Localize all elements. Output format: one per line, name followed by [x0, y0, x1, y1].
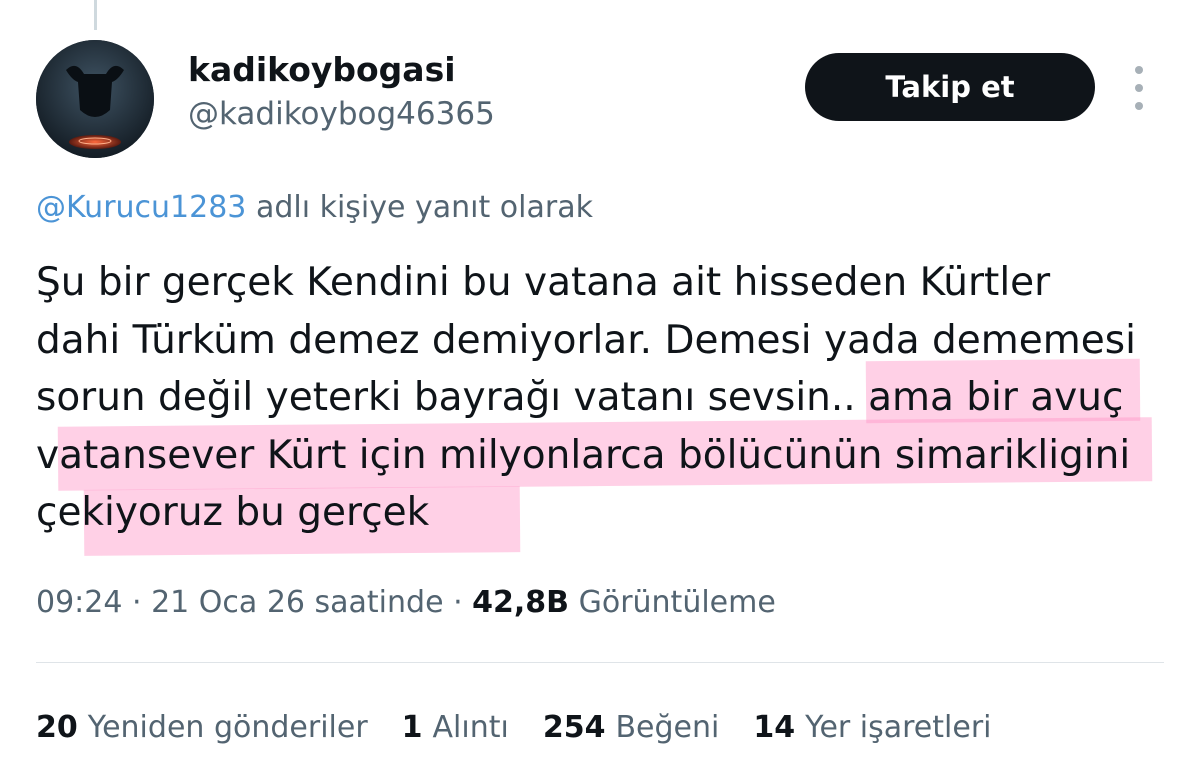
tweet-meta: 09:24 · 21 Oca 26 saatinde · 42,8B Görün… — [36, 585, 776, 620]
more-options-icon[interactable] — [1124, 66, 1154, 110]
bull-avatar-icon — [36, 40, 154, 158]
thread-connector-line — [94, 0, 97, 30]
reply-context-text: adlı kişiye yanıt olarak — [246, 190, 593, 225]
reply-context: @Kurucu1283 adlı kişiye yanıt olarak — [36, 190, 593, 225]
quotes-count: 1 — [401, 710, 423, 745]
retweets-stat[interactable]: 20 Yeniden gönderiler — [36, 710, 368, 745]
likes-label: Beğeni — [615, 710, 720, 745]
tweet-line: Şu bir gerçek Kendini bu vatana ait hiss… — [36, 260, 1051, 305]
bookmarks-count: 14 — [753, 710, 796, 745]
author-handle[interactable]: @kadikoybog46365 — [188, 96, 495, 132]
tweet-date[interactable]: 21 Oca 26 saatinde — [151, 585, 443, 620]
retweets-label: Yeniden gönderiler — [87, 710, 368, 745]
quotes-label: Alıntı — [432, 710, 509, 745]
views-count: 42,8B — [472, 585, 570, 620]
likes-count: 254 — [542, 710, 606, 745]
likes-stat[interactable]: 254 Beğeni — [543, 710, 720, 745]
reply-mention-link[interactable]: @Kurucu1283 — [36, 190, 246, 225]
dot — [1135, 84, 1143, 92]
tweet-line: çekiyoruz bu gerçek — [36, 490, 430, 535]
tweet-line: sorun değil yeterki bayrağı vatanı sevsi… — [36, 375, 1124, 420]
tweet-line: dahi Türküm demez demiyorlar. Demesi yad… — [36, 317, 1136, 363]
dot — [1135, 66, 1143, 74]
bookmarks-stat[interactable]: 14 Yer işaretleri — [753, 710, 991, 745]
views-label: Görüntüleme — [578, 585, 776, 620]
follow-button[interactable]: Takip et — [805, 53, 1095, 121]
tweet-text: Şu bir gerçek Kendini bu vatana ait hiss… — [36, 254, 1176, 542]
meta-separator: · — [443, 585, 473, 620]
avatar[interactable] — [36, 40, 154, 158]
divider — [36, 662, 1164, 663]
quotes-stat[interactable]: 1 Alıntı — [402, 710, 509, 745]
author-display-name[interactable]: kadikoybogasi — [188, 50, 456, 89]
dot — [1135, 102, 1143, 110]
tweet-line: vatansever Kürt için milyonlarca bölücün… — [36, 432, 1131, 478]
meta-separator: · — [122, 585, 152, 620]
retweets-count: 20 — [36, 710, 78, 745]
engagement-stats: 20 Yeniden gönderiler 1 Alıntı 254 Beğeni 1… — [36, 710, 1025, 745]
bookmarks-label: Yer işaretleri — [805, 710, 992, 745]
tweet-time[interactable]: 09:24 — [36, 585, 122, 620]
